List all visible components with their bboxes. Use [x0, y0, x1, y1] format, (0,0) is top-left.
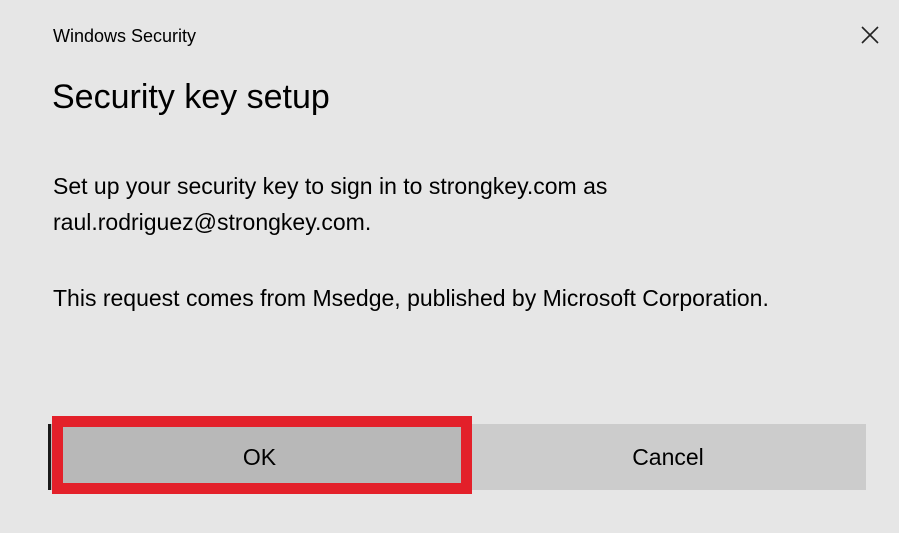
close-button[interactable]	[853, 18, 887, 52]
window-title: Windows Security	[53, 26, 197, 46]
request-origin-message: This request comes from Msedge, publishe…	[53, 285, 769, 311]
dialog-heading: Security key setup	[52, 78, 330, 116]
close-icon	[861, 26, 879, 44]
cancel-button[interactable]: Cancel	[470, 424, 866, 490]
security-key-dialog: Windows Security Security key setup Set …	[0, 0, 899, 533]
ok-button[interactable]: OK	[48, 424, 468, 490]
setup-message: Set up your security key to sign in to s…	[53, 173, 608, 235]
